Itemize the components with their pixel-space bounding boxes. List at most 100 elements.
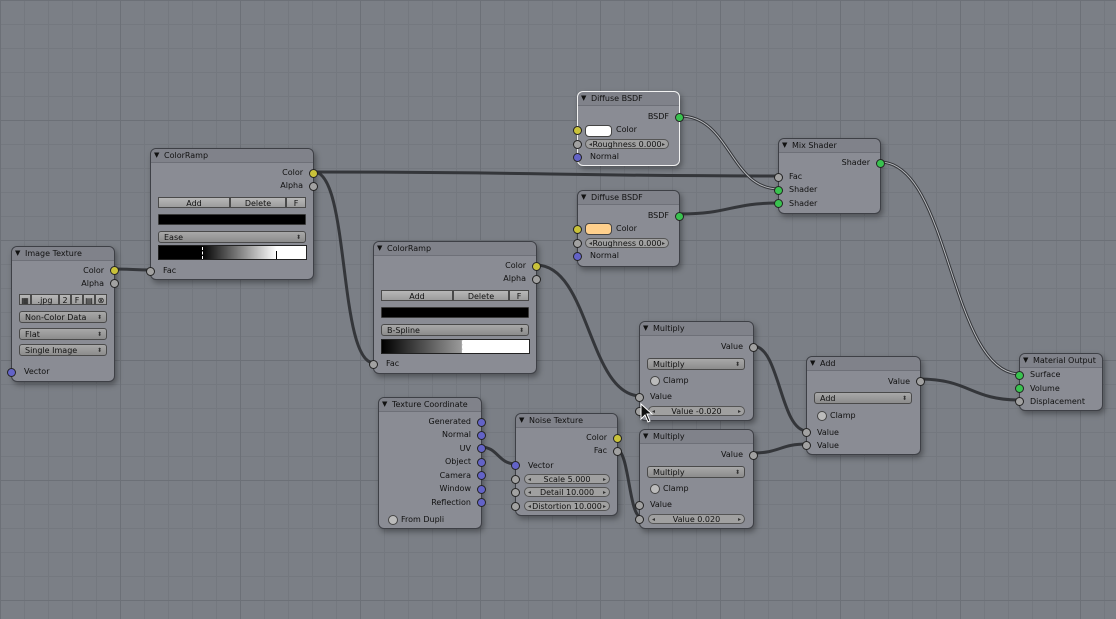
input-fac-socket[interactable] [774,173,783,182]
input-shader-1-socket[interactable] [774,186,783,195]
output-generated-socket[interactable] [477,418,486,427]
output-alpha-socket[interactable] [532,275,541,284]
ramp-stop-marker[interactable] [202,247,203,259]
active-stop-color-field[interactable] [381,307,529,318]
collapse-arrow-icon[interactable]: ▼ [1023,354,1028,367]
output-shader-socket[interactable] [876,159,885,168]
output-bsdf-socket[interactable] [675,212,684,221]
input-value-1-socket[interactable] [635,393,644,402]
from-dupli-checkbox[interactable] [388,515,398,525]
material-output-node[interactable]: ▼ Material Output Surface Volume Displace… [1015,353,1103,411]
interpolation-select[interactable]: B-Spline ⬍ [381,324,529,336]
colorramp-node-2[interactable]: ▼ ColorRamp Color Alpha Add Delete F B-Sp… [369,241,541,374]
clamp-checkbox[interactable] [650,376,660,386]
add-stop-button[interactable]: Add [381,290,453,301]
collapse-arrow-icon[interactable]: ▼ [782,139,787,152]
collapse-arrow-icon[interactable]: ▼ [519,414,524,427]
fake-user-button[interactable]: F [71,294,83,305]
operation-select[interactable]: Multiply ⬍ [647,466,745,478]
flip-ramp-button[interactable]: F [509,290,529,301]
node-header[interactable]: ▼ ColorRamp [374,242,536,256]
multiply-node-1[interactable]: ▼ Multiply Value Multiply ⬍ Clamp Value ◂ V… [635,321,758,421]
node-header[interactable]: ▼ ColorRamp [151,149,313,163]
image-name-field[interactable]: .jpg [31,294,59,305]
operation-select[interactable]: Multiply ⬍ [647,358,745,370]
flip-ramp-button[interactable]: F [286,197,306,208]
collapse-arrow-icon[interactable]: ▼ [377,242,382,255]
input-normal-socket[interactable] [573,252,582,261]
unlink-image-icon[interactable]: ⊗ [95,294,107,305]
multiply-node-2[interactable]: ▼ Multiply Value Multiply ⬍ Clamp Value ◂ V… [635,429,758,529]
input-value-2-socket[interactable] [635,515,644,524]
increment-arrow-icon[interactable]: ▸ [662,239,665,249]
output-color-socket[interactable] [309,169,318,178]
increment-arrow-icon[interactable]: ▸ [603,502,606,512]
output-fac-socket[interactable] [613,447,622,456]
input-surface-socket[interactable] [1015,371,1024,380]
increment-arrow-icon[interactable]: ▸ [662,140,665,150]
output-uv-socket[interactable] [477,444,486,453]
mix-shader-node[interactable]: ▼ Mix Shader Shader Fac Shader Shader [774,138,885,214]
input-displacement-socket[interactable] [1015,397,1024,406]
delete-stop-button[interactable]: Delete [453,290,509,301]
node-header[interactable]: ▼ Add [807,357,920,371]
output-color-socket[interactable] [110,266,119,275]
input-distortion-socket[interactable] [511,502,520,511]
color-swatch[interactable] [585,125,612,137]
input-color-socket[interactable] [573,225,582,234]
output-window-socket[interactable] [477,485,486,494]
decrement-arrow-icon[interactable]: ◂ [528,475,531,485]
collapse-arrow-icon[interactable]: ▼ [581,92,586,105]
add-stop-button[interactable]: Add [158,197,230,208]
input-value-1-socket[interactable] [635,501,644,510]
node-header[interactable]: ▼ Multiply [640,430,753,444]
increment-arrow-icon[interactable]: ▸ [603,488,606,498]
collapse-arrow-icon[interactable]: ▼ [382,398,387,411]
node-header[interactable]: ▼ Diffuse BSDF [578,92,679,106]
output-alpha-socket[interactable] [110,279,119,288]
output-normal-socket[interactable] [477,431,486,440]
open-image-icon[interactable]: ▤ [83,294,95,305]
output-alpha-socket[interactable] [309,182,318,191]
input-volume-socket[interactable] [1015,384,1024,393]
output-value-socket[interactable] [749,451,758,460]
image-browse-icon[interactable]: ▦ [19,294,31,305]
value-field[interactable]: ◂ Value 0.020 ▸ [648,514,745,524]
interpolation-select[interactable]: Ease ⬍ [158,231,306,243]
ramp-stop-marker[interactable] [276,251,277,259]
node-header[interactable]: ▼ Texture Coordinate [379,398,481,412]
node-header[interactable]: ▼ Image Texture [12,247,114,261]
collapse-arrow-icon[interactable]: ▼ [581,191,586,204]
collapse-arrow-icon[interactable]: ▼ [643,430,648,443]
distortion-field[interactable]: ◂ Distortion 10.000 ▸ [524,501,610,511]
input-value-1-socket[interactable] [802,428,811,437]
projection-select[interactable]: Flat ⬍ [19,328,107,340]
input-color-socket[interactable] [573,126,582,135]
decrement-arrow-icon[interactable]: ◂ [652,515,655,525]
source-select[interactable]: Single Image ⬍ [19,344,107,356]
output-object-socket[interactable] [477,458,486,467]
color-space-select[interactable]: Non-Color Data ⬍ [19,311,107,323]
increment-arrow-icon[interactable]: ▸ [738,407,741,417]
diffuse-bsdf-node-2[interactable]: ▼ Diffuse BSDF BSDF Color ◂ Roughness 0.00… [573,190,684,267]
increment-arrow-icon[interactable]: ▸ [603,475,606,485]
delete-stop-button[interactable]: Delete [230,197,286,208]
input-detail-socket[interactable] [511,488,520,497]
input-normal-socket[interactable] [573,153,582,162]
collapse-arrow-icon[interactable]: ▼ [810,357,815,370]
input-vector-socket[interactable] [7,368,16,377]
collapse-arrow-icon[interactable]: ▼ [15,247,20,260]
output-camera-socket[interactable] [477,471,486,480]
collapse-arrow-icon[interactable]: ▼ [154,149,159,162]
active-stop-color-field[interactable] [158,214,306,225]
output-color-socket[interactable] [532,262,541,271]
add-node[interactable]: ▼ Add Value Add ⬍ Clamp Value Value [802,356,925,455]
color-swatch[interactable] [585,223,612,235]
output-value-socket[interactable] [749,343,758,352]
output-reflection-socket[interactable] [477,498,486,507]
input-fac-socket[interactable] [369,360,378,369]
increment-arrow-icon[interactable]: ▸ [738,515,741,525]
node-header[interactable]: ▼ Mix Shader [779,139,880,153]
input-fac-socket[interactable] [146,267,155,276]
input-roughness-socket[interactable] [573,239,582,248]
